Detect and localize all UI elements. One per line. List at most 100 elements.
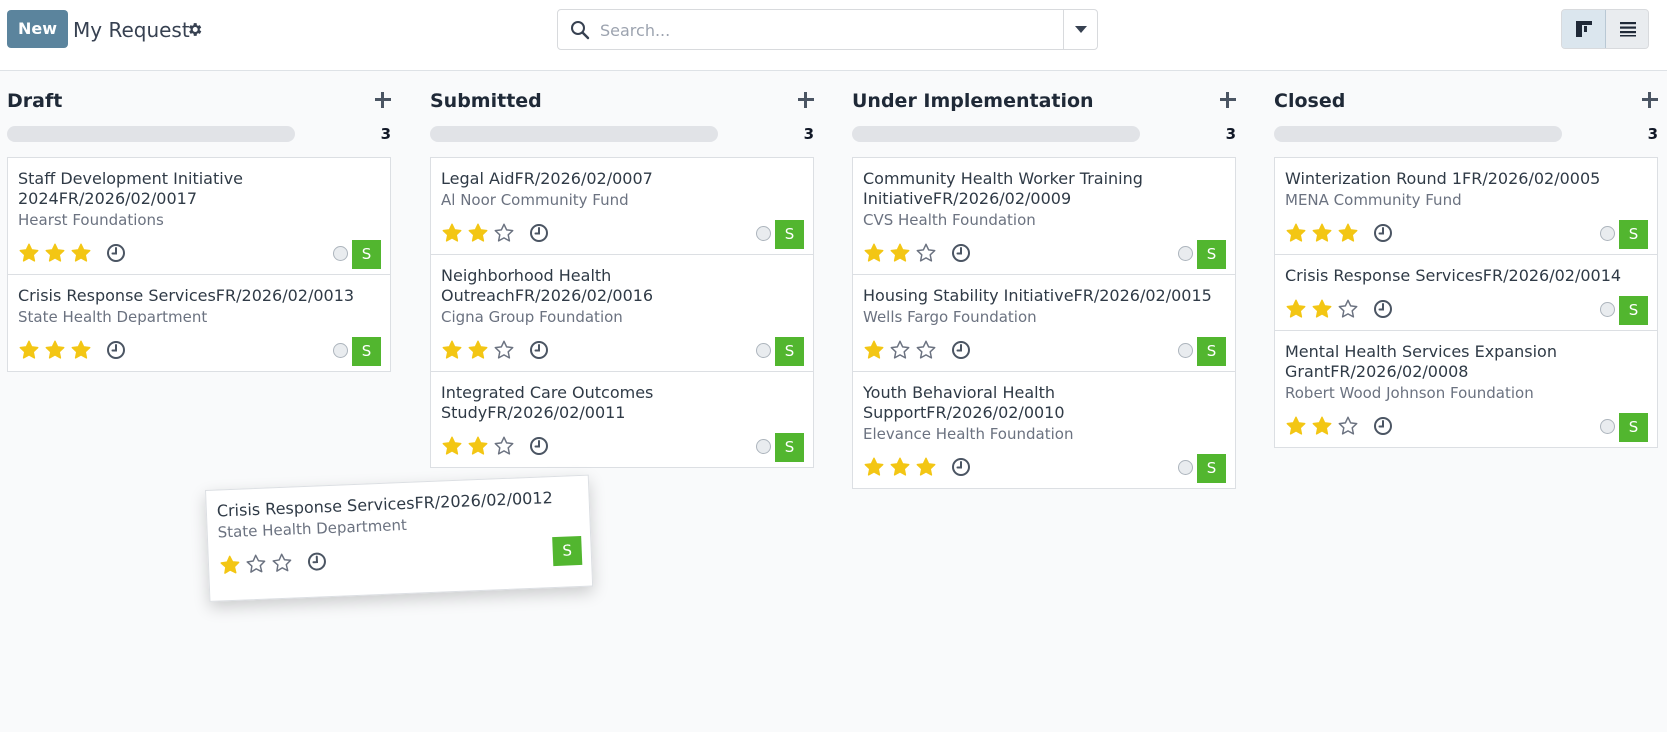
status-dot[interactable] — [1600, 226, 1615, 241]
priority-stars[interactable] — [441, 222, 549, 246]
star-icon-filled[interactable] — [467, 435, 489, 457]
star-icon-empty[interactable] — [271, 552, 294, 575]
star-icon-empty[interactable] — [915, 242, 937, 264]
column-progress-bar[interactable] — [852, 126, 1140, 142]
star-icon-empty[interactable] — [245, 553, 268, 576]
priority-stars[interactable] — [18, 242, 126, 266]
column-progress-bar[interactable] — [1274, 126, 1562, 142]
priority-stars[interactable] — [1285, 415, 1393, 439]
star-icon-filled[interactable] — [70, 339, 92, 361]
kanban-card[interactable]: Integrated Care Outcomes StudyFR/2026/02… — [431, 372, 813, 467]
priority-stars[interactable] — [863, 339, 971, 363]
kanban-view-button[interactable] — [1562, 10, 1606, 48]
avatar[interactable]: S — [775, 337, 804, 366]
status-dot[interactable] — [1600, 302, 1615, 317]
star-icon-empty[interactable] — [1337, 415, 1359, 437]
avatar[interactable]: S — [552, 535, 583, 567]
clock-icon[interactable] — [951, 340, 971, 360]
star-icon-filled[interactable] — [219, 554, 242, 577]
status-dot[interactable] — [756, 226, 771, 241]
clock-icon[interactable] — [529, 340, 549, 360]
status-dot[interactable] — [333, 343, 348, 358]
star-icon-filled[interactable] — [18, 242, 40, 264]
kanban-card[interactable]: Legal AidFR/2026/02/0007 Al Noor Communit… — [431, 158, 813, 255]
search-input[interactable] — [600, 18, 1040, 42]
star-icon-filled[interactable] — [467, 339, 489, 361]
avatar[interactable]: S — [1619, 220, 1648, 249]
star-icon-filled[interactable] — [18, 339, 40, 361]
avatar[interactable]: S — [1619, 413, 1648, 442]
plus-icon[interactable] — [1220, 92, 1236, 108]
star-icon-empty[interactable] — [915, 339, 937, 361]
status-dot[interactable] — [1178, 246, 1193, 261]
status-dot[interactable] — [756, 439, 771, 454]
status-dot[interactable] — [1178, 460, 1193, 475]
star-icon-filled[interactable] — [44, 339, 66, 361]
clock-icon[interactable] — [1373, 299, 1393, 319]
clock-icon[interactable] — [951, 457, 971, 477]
clock-icon[interactable] — [529, 223, 549, 243]
star-icon-filled[interactable] — [863, 339, 885, 361]
gear-icon[interactable] — [186, 21, 203, 38]
dragged-kanban-card[interactable]: Crisis Response ServicesFR/2026/02/0012 … — [205, 474, 594, 602]
kanban-card[interactable]: Neighborhood Health OutreachFR/2026/02/0… — [431, 255, 813, 372]
status-dot[interactable] — [1600, 419, 1615, 434]
avatar[interactable]: S — [352, 240, 381, 269]
star-icon-filled[interactable] — [1311, 222, 1333, 244]
plus-icon[interactable] — [375, 92, 391, 108]
star-icon-filled[interactable] — [441, 222, 463, 244]
star-icon-filled[interactable] — [889, 242, 911, 264]
star-icon-filled[interactable] — [1285, 298, 1307, 320]
star-icon-empty[interactable] — [493, 222, 515, 244]
star-icon-filled[interactable] — [1285, 415, 1307, 437]
kanban-card[interactable]: Community Health Worker Training Initiat… — [853, 158, 1235, 275]
status-dot[interactable] — [1178, 343, 1193, 358]
star-icon-filled[interactable] — [70, 242, 92, 264]
star-icon-filled[interactable] — [441, 435, 463, 457]
priority-stars[interactable] — [219, 550, 328, 578]
avatar[interactable]: S — [775, 433, 804, 462]
kanban-card[interactable]: Crisis Response ServicesFR/2026/02/0014 S — [1275, 255, 1657, 331]
priority-stars[interactable] — [863, 456, 971, 480]
star-icon-empty[interactable] — [1337, 298, 1359, 320]
avatar[interactable]: S — [1619, 296, 1648, 325]
kanban-card[interactable]: Mental Health Services Expansion GrantFR… — [1275, 331, 1657, 447]
priority-stars[interactable] — [441, 339, 549, 363]
avatar[interactable]: S — [1197, 240, 1226, 269]
priority-stars[interactable] — [18, 339, 126, 363]
plus-icon[interactable] — [798, 92, 814, 108]
avatar[interactable]: S — [352, 337, 381, 366]
star-icon-filled[interactable] — [441, 339, 463, 361]
clock-icon[interactable] — [951, 243, 971, 263]
star-icon-filled[interactable] — [1311, 298, 1333, 320]
star-icon-filled[interactable] — [44, 242, 66, 264]
star-icon-empty[interactable] — [493, 435, 515, 457]
kanban-card[interactable]: Winterization Round 1FR/2026/02/0005 MENA… — [1275, 158, 1657, 255]
star-icon-filled[interactable] — [863, 456, 885, 478]
new-button[interactable]: New — [7, 10, 68, 48]
star-icon-filled[interactable] — [863, 242, 885, 264]
star-icon-empty[interactable] — [889, 339, 911, 361]
column-progress-bar[interactable] — [7, 126, 295, 142]
status-dot[interactable] — [756, 343, 771, 358]
priority-stars[interactable] — [441, 435, 549, 459]
status-dot[interactable] — [333, 246, 348, 261]
clock-icon[interactable] — [1373, 416, 1393, 436]
star-icon-filled[interactable] — [1337, 222, 1359, 244]
kanban-card[interactable]: Housing Stability InitiativeFR/2026/02/0… — [853, 275, 1235, 372]
star-icon-filled[interactable] — [915, 456, 937, 478]
list-view-button[interactable] — [1606, 10, 1648, 48]
clock-icon[interactable] — [106, 243, 126, 263]
plus-icon[interactable] — [1642, 92, 1658, 108]
avatar[interactable]: S — [775, 220, 804, 249]
clock-icon[interactable] — [529, 436, 549, 456]
star-icon-filled[interactable] — [889, 456, 911, 478]
priority-stars[interactable] — [863, 242, 971, 266]
clock-icon[interactable] — [307, 551, 328, 572]
column-progress-bar[interactable] — [430, 126, 718, 142]
avatar[interactable]: S — [1197, 454, 1226, 483]
star-icon-filled[interactable] — [1311, 415, 1333, 437]
clock-icon[interactable] — [106, 340, 126, 360]
clock-icon[interactable] — [1373, 223, 1393, 243]
star-icon-empty[interactable] — [493, 339, 515, 361]
